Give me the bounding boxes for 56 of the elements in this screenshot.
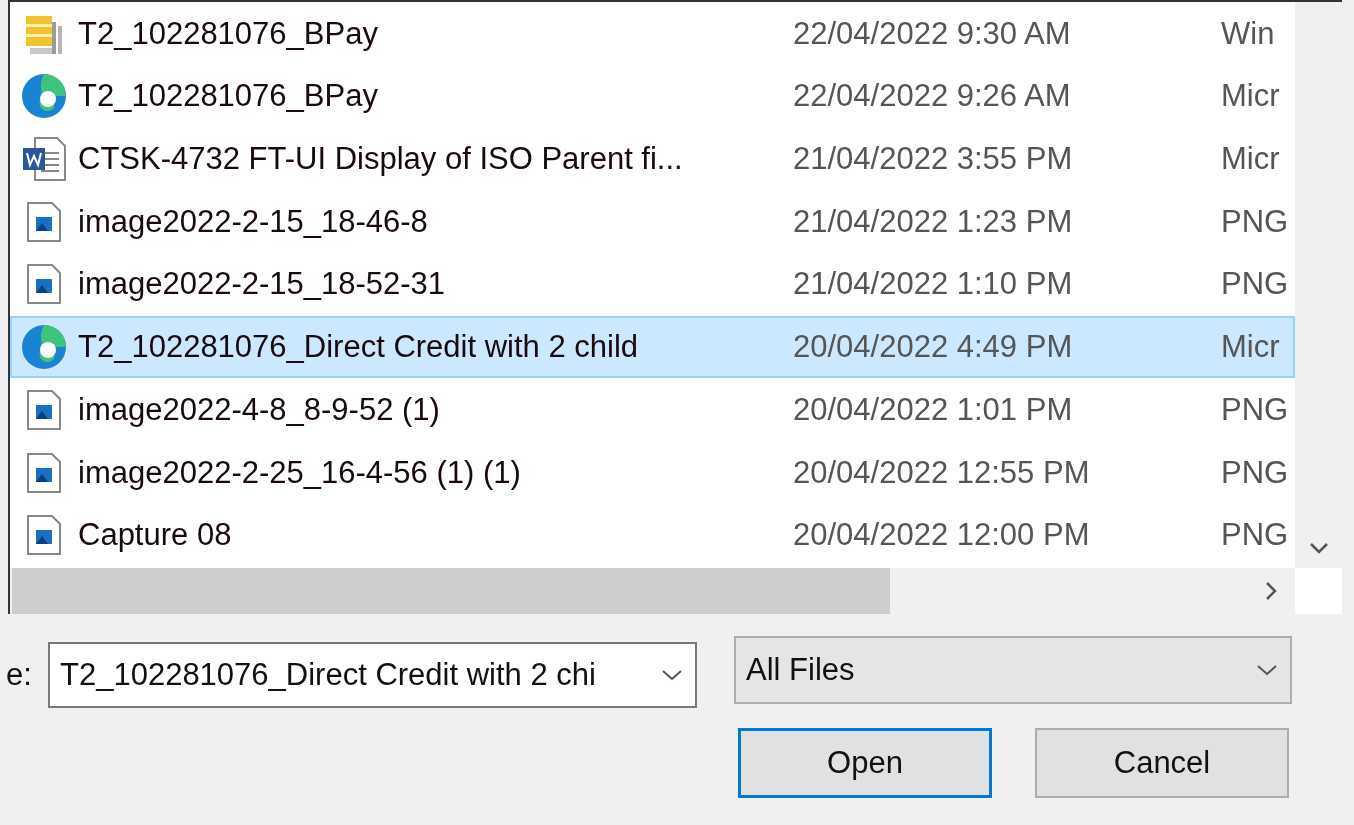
file-name: image2022-2-25_16-4-56 (1) (1) xyxy=(78,454,522,491)
file-name: T2_102281076_Direct Credit with 2 child xyxy=(78,329,640,366)
file-row[interactable]: T2_102281076_Direct Credit with 2 child 20/04/2022 4:49 PM Micr xyxy=(10,316,1295,379)
file-type: PNG xyxy=(1221,517,1289,554)
date-modified: 20/04/2022 12:00 PM xyxy=(793,517,1091,554)
file-name-label: e: xyxy=(5,657,33,693)
scrollbar-thumb[interactable] xyxy=(12,568,890,614)
file-row[interactable]: image2022-2-15_18-46-8 21/04/2022 1:23 PM PNG xyxy=(10,190,1295,253)
file-name: T2_102281076_BPay xyxy=(78,15,379,52)
file-type-dropdown[interactable]: All Files xyxy=(734,636,1292,704)
chevron-down-icon[interactable] xyxy=(1309,542,1329,554)
file-type: PNG xyxy=(1221,454,1289,491)
file-name: image2022-2-15_18-46-8 xyxy=(78,203,429,240)
file-name: image2022-4-8_8-9-52 (1) xyxy=(78,391,441,428)
file-type: PNG xyxy=(1221,266,1289,303)
chevron-down-icon xyxy=(1256,664,1278,676)
file-type: Win xyxy=(1221,15,1275,52)
file-row[interactable]: T2_102281076_BPay 22/04/2022 9:30 AM Win xyxy=(10,2,1295,65)
word-document-icon xyxy=(21,136,67,183)
date-modified: 20/04/2022 12:55 PM xyxy=(793,454,1091,491)
vertical-scrollbar[interactable] xyxy=(1295,2,1342,568)
image-file-icon xyxy=(26,451,62,494)
image-file-icon xyxy=(26,200,62,243)
file-name: Capture 08 xyxy=(78,517,233,554)
file-name-field[interactable]: T2_102281076_Direct Credit with 2 chi xyxy=(48,642,697,708)
image-file-icon xyxy=(26,388,62,431)
file-type: PNG xyxy=(1221,391,1289,428)
file-row[interactable]: Capture 08 20/04/2022 12:00 PM PNG xyxy=(10,504,1295,567)
image-file-icon xyxy=(26,263,62,306)
file-type: PNG xyxy=(1221,203,1289,240)
chevron-down-icon[interactable] xyxy=(661,669,683,681)
file-name: image2022-2-15_18-52-31 xyxy=(78,266,447,303)
file-row[interactable]: image2022-2-15_18-52-31 21/04/2022 1:10 PM PNG xyxy=(10,253,1295,316)
date-modified: 20/04/2022 1:01 PM xyxy=(793,391,1074,428)
file-row[interactable]: image2022-2-25_16-4-56 (1) (1) 20/04/2022 12:55 PM PNG xyxy=(10,441,1295,504)
horizontal-scrollbar[interactable] xyxy=(10,568,1295,614)
file-name: CTSK-4732 FT-UI Display of ISO Parent fi... xyxy=(78,141,684,178)
date-modified: 20/04/2022 4:49 PM xyxy=(793,329,1074,366)
date-modified: 21/04/2022 1:10 PM xyxy=(793,266,1074,303)
file-type: Micr xyxy=(1221,78,1280,115)
image-file-icon xyxy=(26,514,62,557)
browser-icon xyxy=(21,73,67,120)
file-row[interactable]: CTSK-4732 FT-UI Display of ISO Parent fi... 21/04/2022 3:55 PM Micr xyxy=(10,128,1295,191)
date-modified: 22/04/2022 9:30 AM xyxy=(793,15,1072,52)
file-name: T2_102281076_BPay xyxy=(78,78,379,115)
browser-icon xyxy=(21,324,67,371)
file-type: Micr xyxy=(1221,329,1280,366)
cancel-button[interactable]: Cancel xyxy=(1035,728,1289,798)
open-button[interactable]: Open xyxy=(738,728,992,798)
file-row[interactable]: image2022-4-8_8-9-52 (1) 20/04/2022 1:01 PM PNG xyxy=(10,378,1295,441)
chevron-right-icon[interactable] xyxy=(1265,581,1277,601)
file-row[interactable]: T2_102281076_BPay 22/04/2022 9:26 AM Micr xyxy=(10,65,1295,128)
file-type: Micr xyxy=(1221,141,1280,178)
date-modified: 22/04/2022 9:26 AM xyxy=(793,78,1072,115)
date-modified: 21/04/2022 3:55 PM xyxy=(793,141,1074,178)
date-modified: 21/04/2022 1:23 PM xyxy=(793,203,1074,240)
